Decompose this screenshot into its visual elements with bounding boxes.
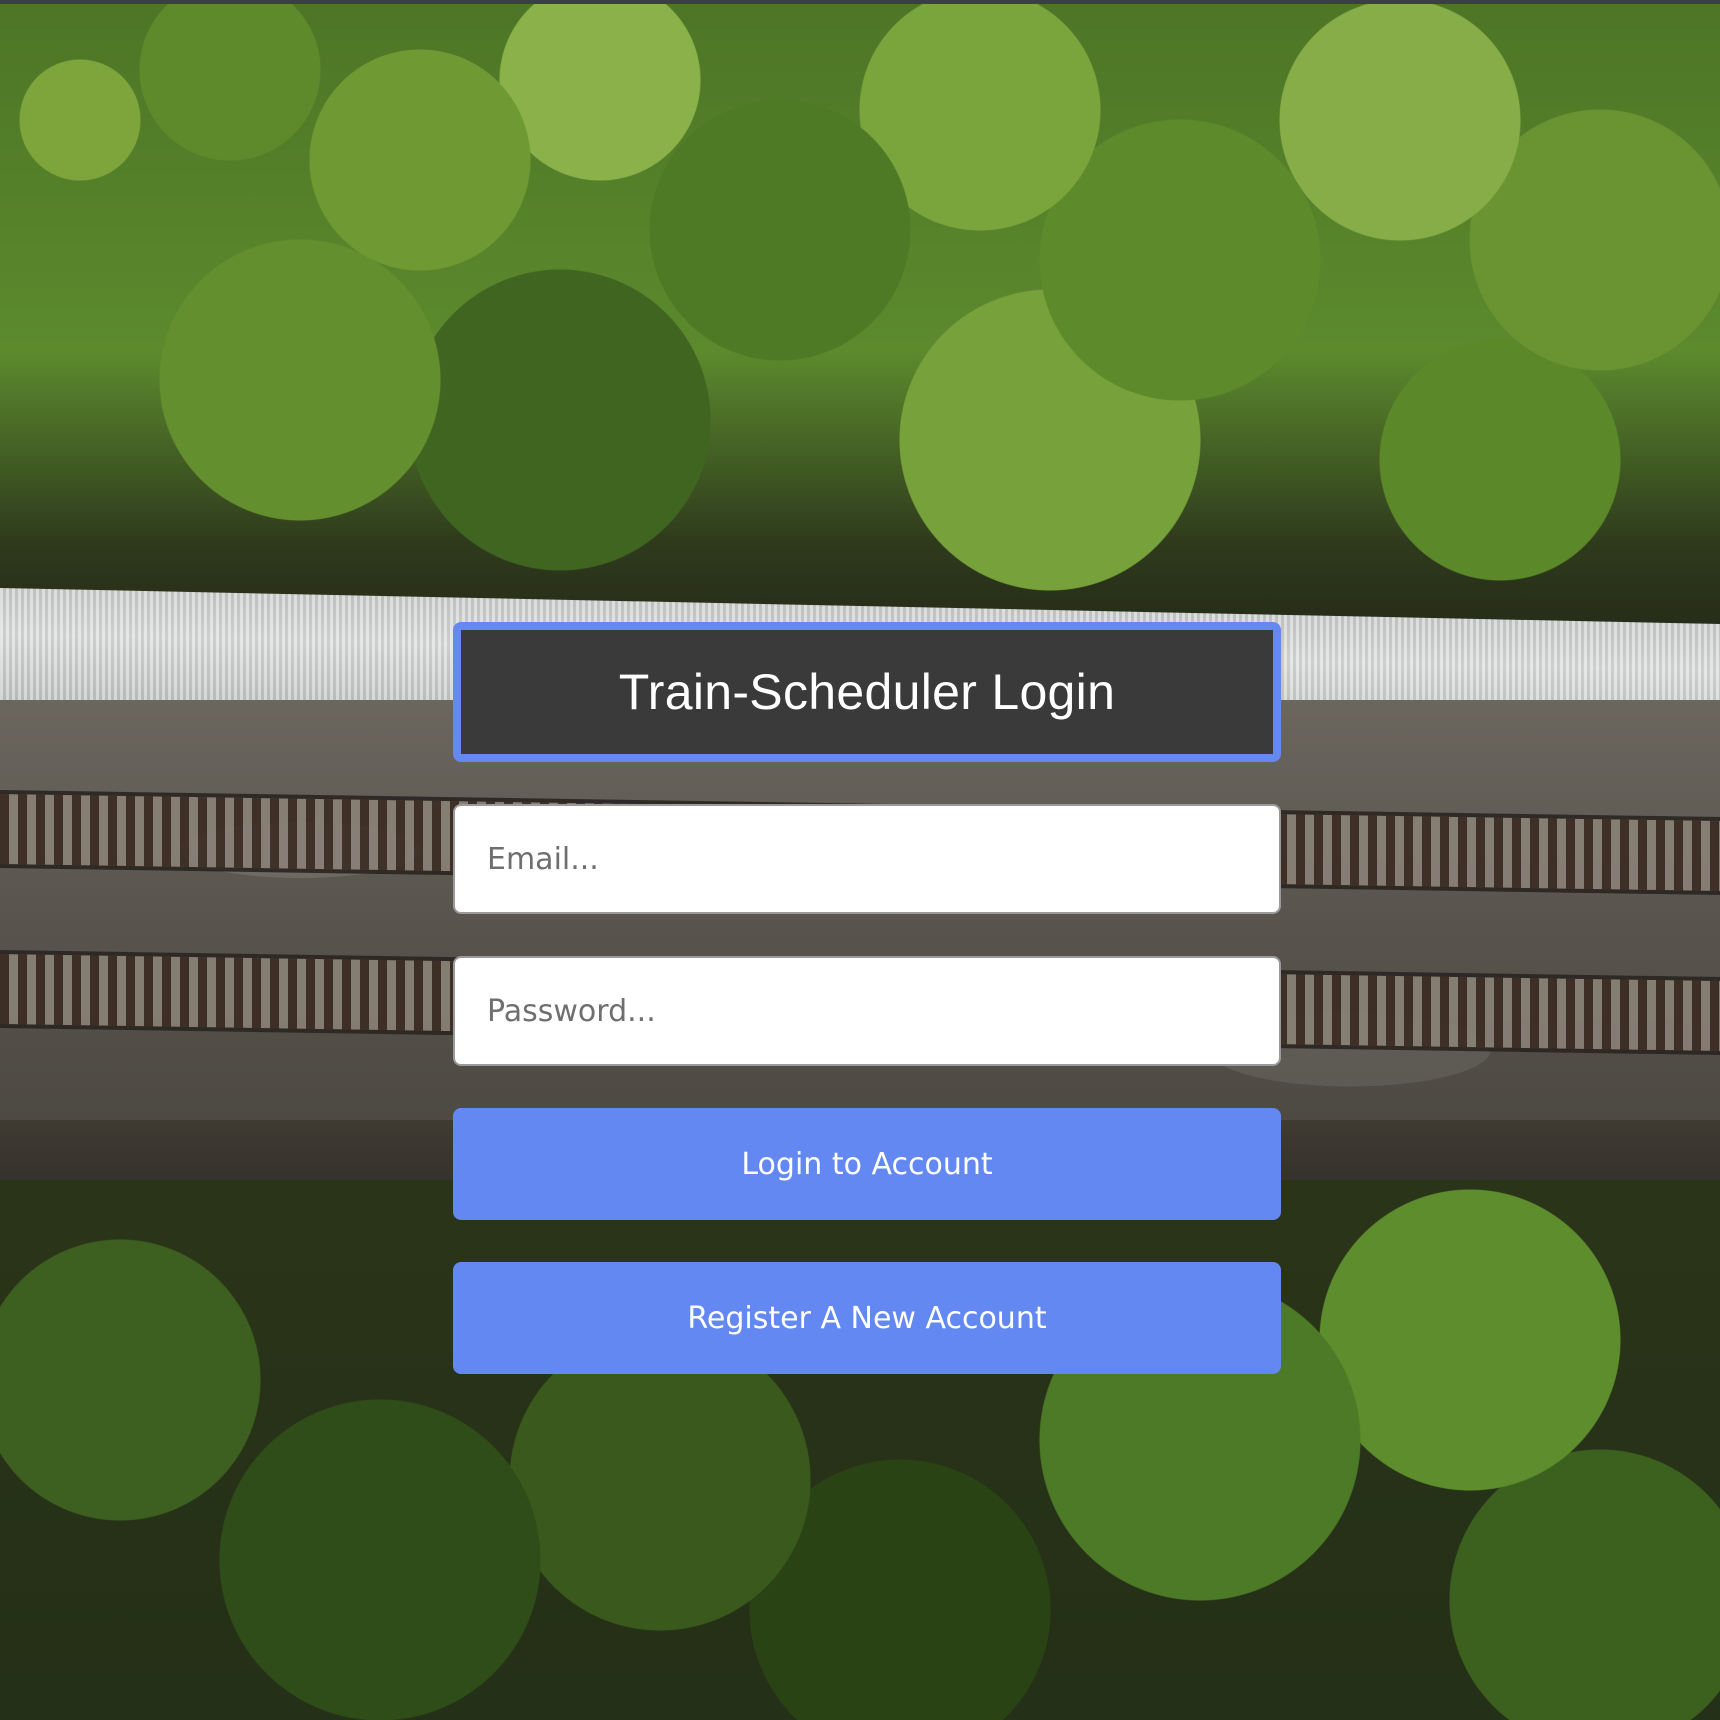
password-input[interactable] — [453, 956, 1281, 1066]
email-input[interactable] — [453, 804, 1281, 914]
login-title-box: Train-Scheduler Login — [453, 622, 1281, 762]
login-form: Train-Scheduler Login Login to Account R… — [453, 622, 1281, 1374]
register-button[interactable]: Register A New Account — [453, 1262, 1281, 1374]
login-page: Train-Scheduler Login Login to Account R… — [0, 0, 1720, 1720]
window-top-edge — [0, 0, 1720, 4]
page-title: Train-Scheduler Login — [618, 664, 1116, 720]
background-trees-top — [0, 0, 1720, 640]
login-button[interactable]: Login to Account — [453, 1108, 1281, 1220]
